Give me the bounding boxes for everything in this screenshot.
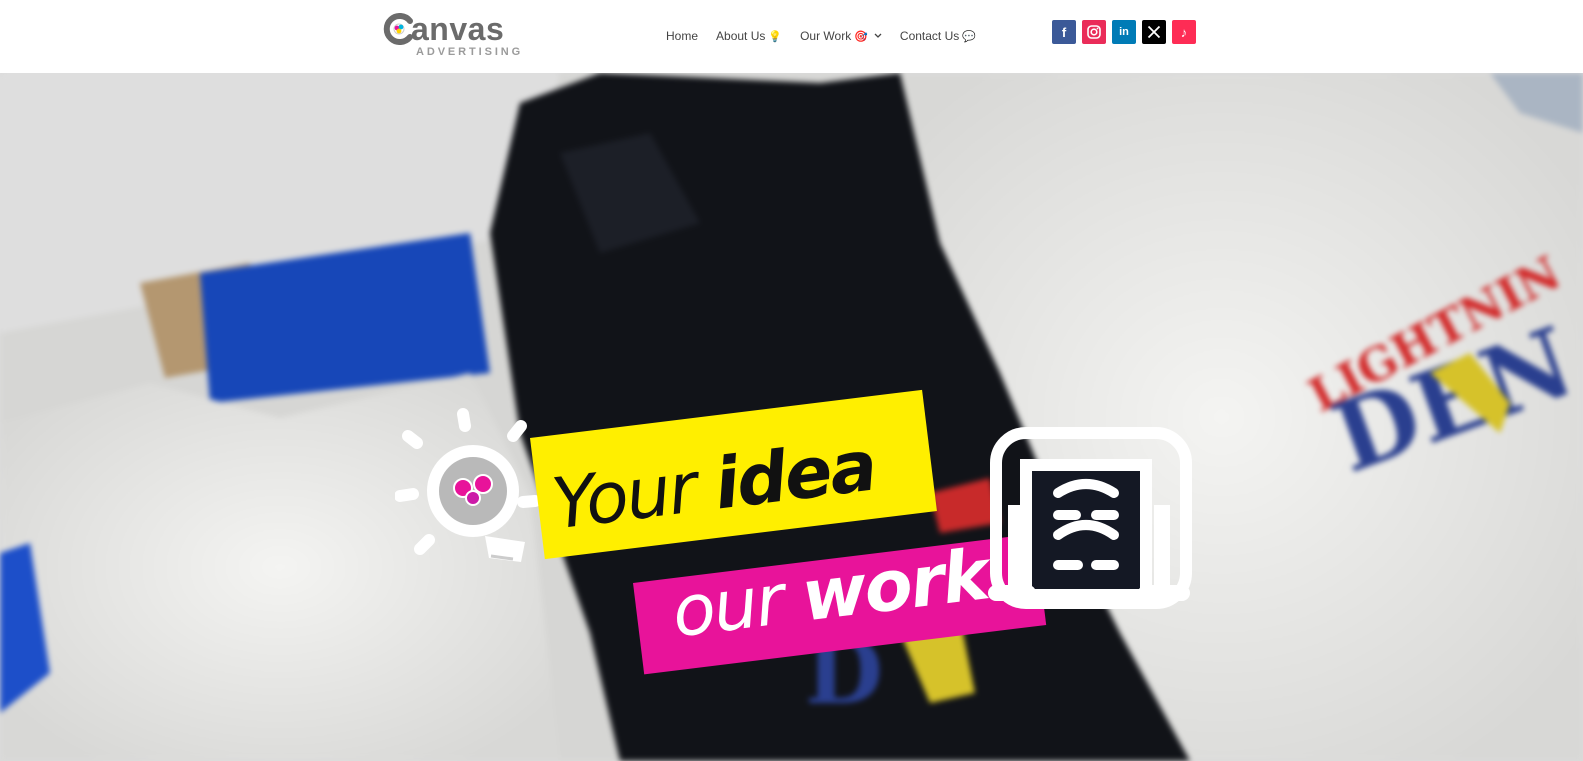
nav-home[interactable]: Home [666,29,698,43]
nav-contact-us[interactable]: Contact Us 💬 [900,29,976,43]
canvas-advertising-logo[interactable]: anvas ADVERTISING [383,12,533,62]
nav-about-label: About Us [716,29,766,43]
speech-bubble-icon: 💬 [962,30,976,43]
chevron-down-icon[interactable] [874,33,882,39]
tiktok-icon[interactable]: ♪ [1172,20,1196,44]
logo-main: anvas [383,12,504,46]
target-icon: 🎯 [854,30,868,43]
tagline-our: our [667,556,808,654]
instagram-glyph [1087,25,1101,39]
social-links: f in ♪ [1052,20,1202,44]
logo-subtitle: ADVERTISING [416,46,524,58]
x-icon[interactable] [1142,20,1166,44]
instagram-icon[interactable] [1082,20,1106,44]
main-nav: Home About Us 💡 Our Work 🎯 Contact Us 💬 [666,27,994,45]
facebook-icon[interactable]: f [1052,20,1076,44]
logo-c-icon [383,13,413,45]
x-glyph [1147,25,1161,39]
linkedin-glyph: in [1119,26,1129,38]
lightbulb-icon [395,408,541,562]
hero-tagline: Your idea our work [0,73,1583,761]
printer-icon [988,427,1192,609]
site-header: anvas ADVERTISING Home About Us 💡 Our Wo… [0,0,1583,73]
linkedin-icon[interactable]: in [1112,20,1136,44]
hero-banner: LIGHTNIN DEN D Your idea our work [0,73,1583,761]
nav-contact-label: Contact Us [899,29,960,43]
logo-word: anvas [411,11,505,47]
tiktok-glyph: ♪ [1180,24,1188,40]
nav-home-label: Home [666,29,699,43]
nav-our-work[interactable]: Our Work 🎯 [800,29,882,43]
lightbulb-icon: 💡 [768,30,783,43]
facebook-glyph: f [1061,24,1067,40]
nav-work-label: Our Work [800,29,852,43]
nav-about-us[interactable]: About Us 💡 [716,29,782,43]
